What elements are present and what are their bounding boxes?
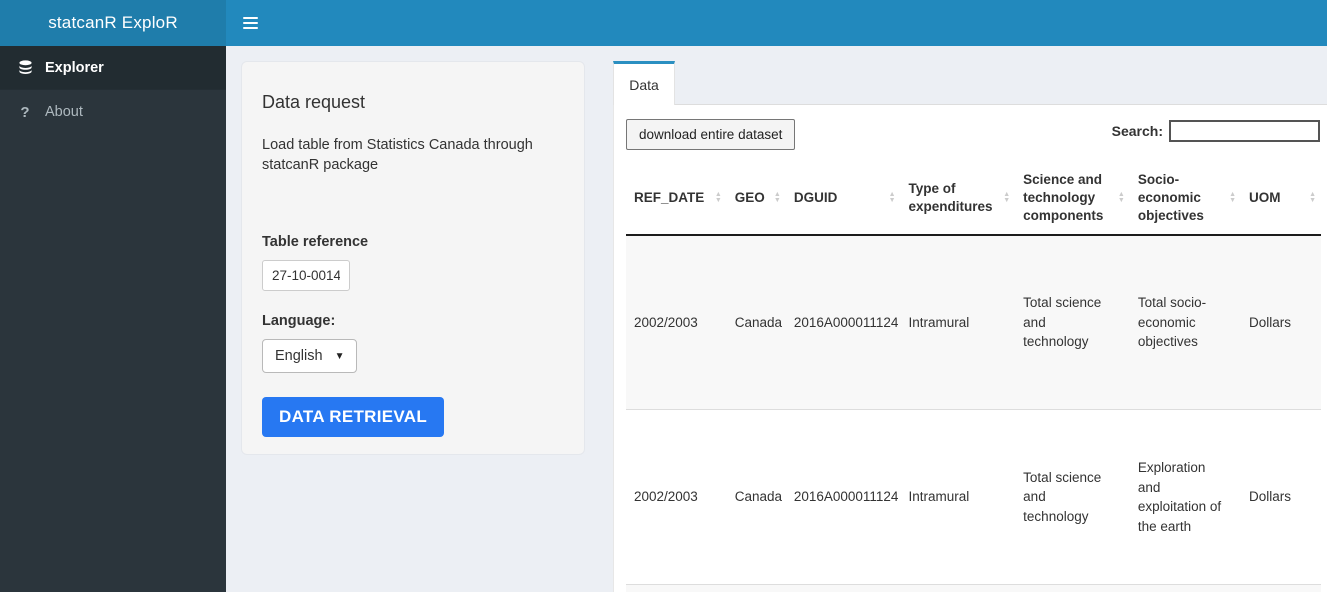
cell-ref-date: 2002/2003 (626, 409, 727, 585)
data-retrieval-button[interactable]: DATA RETRIEVAL (262, 397, 445, 438)
column-header-type-of-expenditures[interactable]: Type of expenditures ▲ ▼ (900, 163, 1016, 236)
sort-icon[interactable]: ▲ ▼ (774, 191, 781, 204)
cell-ref-date: 2002/2003 (626, 234, 727, 410)
sort-icon[interactable]: ▲ ▼ (1309, 191, 1316, 204)
sidebar-toggle-button[interactable] (241, 7, 279, 39)
sort-icon[interactable]: ▲ ▼ (715, 191, 722, 204)
tab-data[interactable]: Data (613, 61, 675, 105)
cell-socio-economic: Exploration and exploitation of the eart… (1129, 409, 1242, 585)
cell-geo: Canada (726, 234, 786, 410)
cell-uom: Dollars (1241, 409, 1321, 585)
chevron-down-icon: ▼ (334, 350, 345, 362)
data-request-panel: Data request Load table from Statistics … (241, 61, 585, 455)
column-header-science-technology-components[interactable]: Science and technology components ▲ ▼ (1015, 163, 1130, 236)
table-row: 2002/2003 Canada 2016A000011124 Intramur… (626, 234, 1321, 410)
cell-science-technology: Total science and technology (1015, 234, 1130, 410)
sidebar: Explorer ? About (0, 46, 226, 592)
top-navbar (226, 0, 1327, 46)
language-select[interactable]: English ▼ (262, 339, 358, 374)
sort-icon[interactable]: ▲ ▼ (1229, 191, 1236, 204)
top-header: statcanR ExploR (0, 0, 1327, 46)
panel-description: Load table from Statistics Canada throug… (262, 137, 533, 174)
sidebar-item-label: About (45, 104, 83, 120)
cell-science-technology: Total science and technology (1015, 409, 1130, 585)
column-header-ref-date[interactable]: REF_DATE ▲ ▼ (626, 163, 727, 236)
data-table: REF_DATE ▲ ▼ GEO ▲ ▼ DGUID ▲ ▼ Type of ex (626, 163, 1321, 592)
tab-label: Data (629, 76, 659, 93)
cell-type-of-expenditures: Intramural (900, 234, 1016, 410)
table-reference-input[interactable] (262, 259, 350, 291)
language-selected-value: English (275, 348, 323, 365)
cell-geo: Canada (726, 409, 786, 585)
app-logo[interactable]: statcanR ExploR (0, 0, 226, 46)
sort-icon[interactable]: ▲ ▼ (1003, 191, 1010, 204)
download-dataset-button[interactable]: download entire dataset (626, 119, 796, 150)
language-label: Language: (262, 312, 336, 329)
hamburger-icon (243, 17, 258, 19)
sidebar-item-label: Explorer (45, 59, 104, 76)
search-box: Search: (1112, 120, 1320, 142)
cell-uom: Dollars (1241, 234, 1321, 410)
table-row-partial (626, 584, 1321, 592)
column-header-dguid[interactable]: DGUID ▲ ▼ (785, 163, 901, 236)
database-icon (15, 60, 35, 75)
table-reference-label: Table reference (262, 233, 369, 250)
table-row: 2002/2003 Canada 2016A000011124 Intramur… (626, 409, 1321, 585)
cell-type-of-expenditures: Intramural (900, 409, 1016, 585)
sidebar-item-about[interactable]: ? About (0, 90, 226, 134)
app-title: statcanR ExploR (48, 13, 178, 32)
panel-title: Data request (262, 92, 366, 112)
column-header-geo[interactable]: GEO ▲ ▼ (726, 163, 786, 236)
cell-socio-economic: Total socio-economic objectives (1129, 234, 1242, 410)
search-input[interactable] (1169, 120, 1320, 142)
data-panel: download entire dataset Search: REF_DATE… (613, 104, 1327, 592)
cell-dguid: 2016A000011124 (785, 409, 901, 585)
sort-icon[interactable]: ▲ ▼ (1118, 191, 1125, 204)
sort-icon[interactable]: ▲ ▼ (889, 191, 896, 204)
table-toolbar: download entire dataset Search: (626, 117, 1321, 151)
main-content: Data request Load table from Statistics … (226, 46, 1327, 592)
question-icon: ? (20, 103, 30, 121)
sidebar-item-explorer[interactable]: Explorer (0, 46, 226, 90)
column-header-socio-economic-objectives[interactable]: Socio-economic objectives ▲ ▼ (1129, 163, 1242, 236)
table-header: REF_DATE ▲ ▼ GEO ▲ ▼ DGUID ▲ ▼ Type of ex (626, 163, 1321, 236)
cell-dguid: 2016A000011124 (785, 234, 901, 410)
search-label: Search: (1111, 123, 1163, 139)
app-window: statcanR ExploR Explorer ? About Data re… (0, 0, 1327, 592)
column-header-uom[interactable]: UOM ▲ ▼ (1241, 163, 1321, 236)
